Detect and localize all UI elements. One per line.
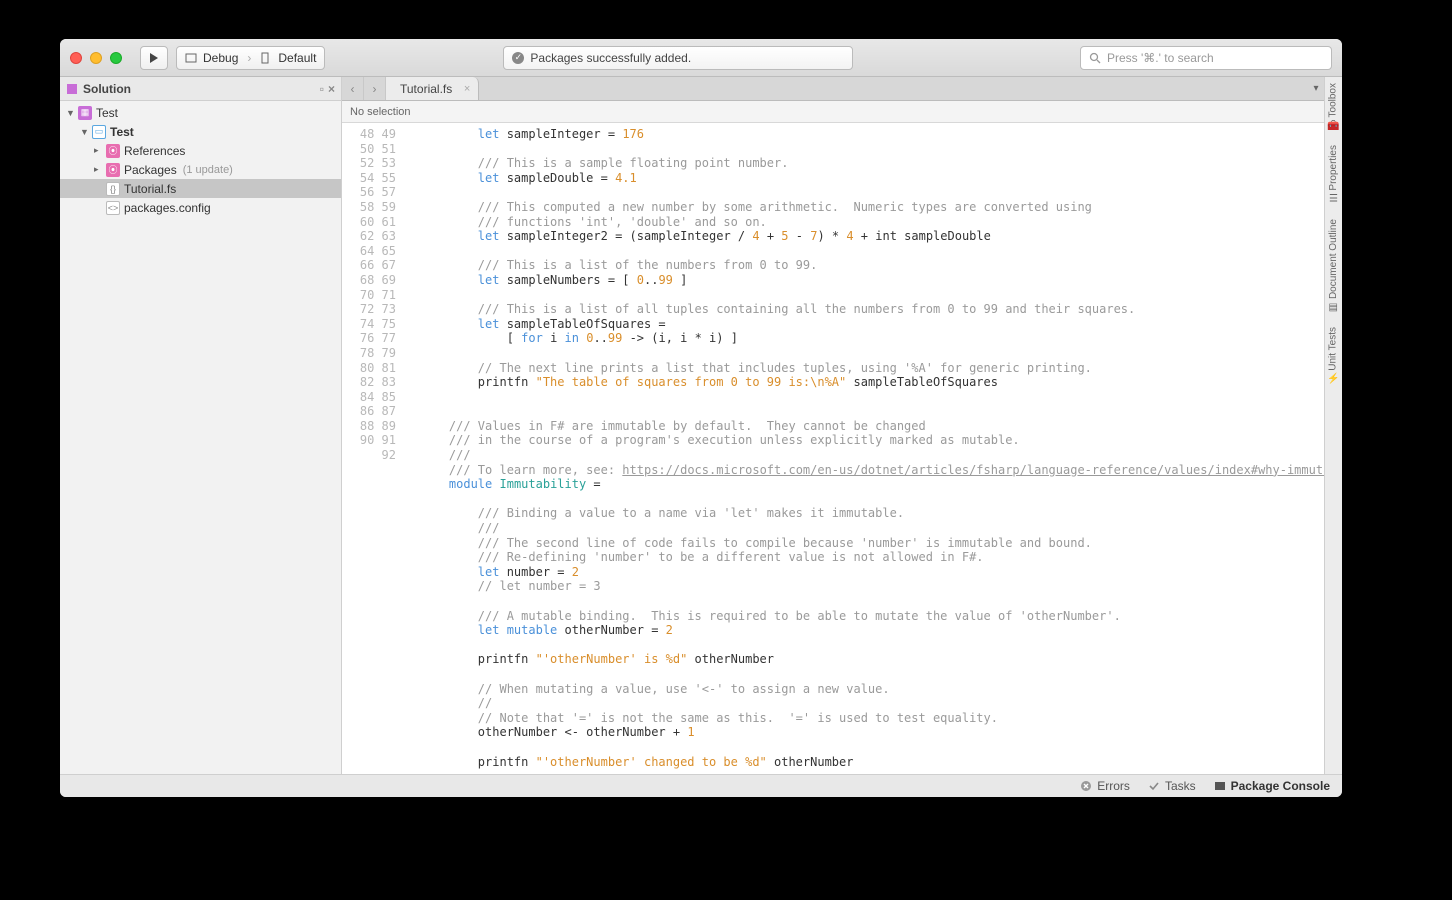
breadcrumb[interactable]: No selection	[342, 101, 1324, 123]
tab-dropdown-icon[interactable]: ▾	[1308, 77, 1324, 100]
tree-solution-node[interactable]: ▼ ▦ Test	[60, 103, 341, 122]
packages-update-badge: (1 update)	[183, 164, 233, 176]
rail-toolbox[interactable]: 🧰Toolbox	[1327, 83, 1339, 131]
titlebar: Debug › Default ✓ Packages successfully …	[60, 39, 1342, 77]
solution-icon	[66, 83, 78, 95]
ide-window: Debug › Default ✓ Packages successfully …	[60, 39, 1342, 797]
tree-file-packages-config[interactable]: <> packages.config	[60, 198, 341, 217]
breadcrumb-label: No selection	[350, 106, 411, 118]
rail-properties[interactable]: ☰Properties	[1328, 145, 1339, 205]
target-icon	[185, 52, 197, 64]
status-text: Packages successfully added.	[530, 51, 691, 65]
status-errors[interactable]: Errors	[1080, 779, 1130, 793]
close-window-icon[interactable]	[70, 52, 82, 64]
configuration-selector[interactable]: Debug › Default	[176, 46, 325, 70]
solution-sidebar: Solution ▫ × ▼ ▦ Test ▼ ▭ Test ▸	[60, 77, 342, 774]
tab-label: Tutorial.fs	[400, 82, 452, 96]
console-icon	[1214, 780, 1226, 792]
document-outline-icon: ▤	[1329, 302, 1338, 313]
references-icon: ⦿	[106, 144, 120, 158]
chevron-right-icon: ›	[247, 51, 251, 65]
editor-area: ‹ › Tutorial.fs × ▾ No selection 48 49 5…	[342, 77, 1324, 774]
tree-label: packages.config	[124, 201, 211, 215]
toolbox-icon: 🧰	[1327, 120, 1339, 131]
code-editor[interactable]: 48 49 50 51 52 53 54 55 56 57 58 59 60 6…	[342, 123, 1324, 774]
config-device-label: Default	[278, 51, 316, 65]
status-package-console[interactable]: Package Console	[1214, 779, 1330, 793]
tab-bar: ‹ › Tutorial.fs × ▾	[342, 77, 1324, 101]
code-content[interactable]: let sampleInteger = 176 /// This is a sa…	[414, 123, 1324, 774]
close-tab-icon[interactable]: ×	[464, 83, 470, 95]
minimize-window-icon[interactable]	[90, 52, 102, 64]
maximize-window-icon[interactable]	[110, 52, 122, 64]
check-icon	[1148, 780, 1160, 792]
chevron-down-icon: ▼	[80, 127, 88, 137]
tree-packages-node[interactable]: ▸ ⦿ Packages (1 update)	[60, 160, 341, 179]
solution-tree: ▼ ▦ Test ▼ ▭ Test ▸ ⦿ References ▸ ⦿	[60, 101, 341, 217]
config-file-icon: <>	[106, 201, 120, 215]
sidebar-title: Solution	[83, 82, 131, 96]
tree-label: Tutorial.fs	[124, 182, 176, 196]
tree-project-node[interactable]: ▼ ▭ Test	[60, 122, 341, 141]
chevron-down-icon: ▼	[66, 108, 74, 118]
fsharp-file-icon: {}	[106, 182, 120, 196]
solution-badge-icon: ▦	[78, 106, 92, 120]
right-tool-rail: 🧰Toolbox ☰Properties ▤Document Outline ⚡…	[1324, 77, 1342, 774]
unit-tests-icon: ⚡	[1327, 374, 1339, 385]
rail-document-outline[interactable]: ▤Document Outline	[1328, 219, 1339, 313]
rail-unit-tests[interactable]: ⚡Unit Tests	[1327, 327, 1339, 385]
sidebar-expand-icon[interactable]: ▫	[320, 82, 324, 96]
tree-label: Test	[96, 106, 118, 120]
status-display: ✓ Packages successfully added.	[503, 46, 853, 70]
traffic-lights	[70, 52, 122, 64]
run-button[interactable]	[140, 46, 168, 70]
status-bar: Errors Tasks Package Console	[60, 774, 1342, 797]
nav-forward-button[interactable]: ›	[364, 77, 386, 100]
search-placeholder: Press '⌘.' to search	[1107, 51, 1214, 65]
tree-label: References	[124, 144, 185, 158]
search-icon	[1089, 52, 1101, 64]
packages-icon: ⦿	[106, 163, 120, 177]
device-icon	[260, 52, 272, 64]
tree-references-node[interactable]: ▸ ⦿ References	[60, 141, 341, 160]
play-icon	[149, 53, 159, 63]
chevron-right-icon: ▸	[94, 164, 102, 175]
tree-label: Test	[110, 125, 134, 139]
tab-tutorial[interactable]: Tutorial.fs ×	[386, 77, 479, 100]
success-check-icon: ✓	[512, 52, 524, 64]
sidebar-close-icon[interactable]: ×	[328, 82, 335, 96]
line-number-gutter: 48 49 50 51 52 53 54 55 56 57 58 59 60 6…	[342, 123, 414, 774]
properties-icon: ☰	[1329, 194, 1338, 205]
project-icon: ▭	[92, 125, 106, 139]
sidebar-header: Solution ▫ ×	[60, 77, 341, 101]
chevron-right-icon: ▸	[94, 145, 102, 156]
config-target-label: Debug	[203, 51, 238, 65]
tree-file-tutorial[interactable]: {} Tutorial.fs	[60, 179, 341, 198]
status-tasks[interactable]: Tasks	[1148, 779, 1196, 793]
tree-label: Packages	[124, 163, 177, 177]
body: Solution ▫ × ▼ ▦ Test ▼ ▭ Test ▸	[60, 77, 1342, 774]
search-input[interactable]: Press '⌘.' to search	[1080, 46, 1332, 70]
nav-back-button[interactable]: ‹	[342, 77, 364, 100]
error-icon	[1080, 780, 1092, 792]
